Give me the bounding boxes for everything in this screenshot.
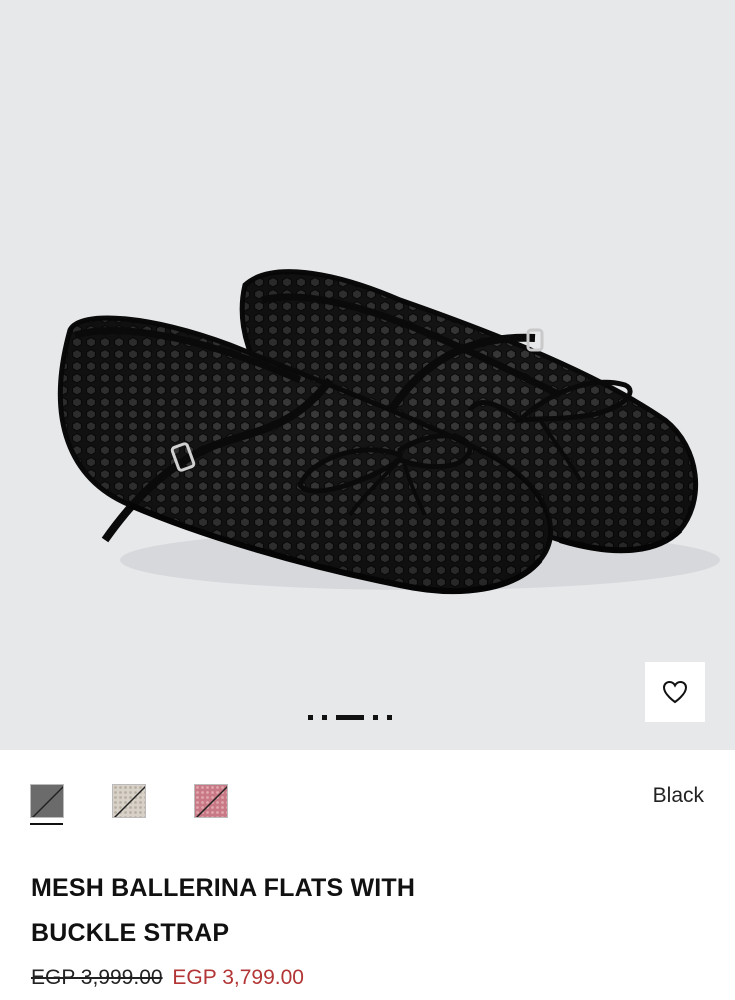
sale-price: EGP 3,799.00 [172, 966, 304, 989]
product-title-line2: BUCKLE STRAP [31, 919, 230, 947]
pagination-dot-active[interactable] [336, 714, 364, 720]
product-title-line1: MESH BALLERINA FLATS WITH [31, 874, 416, 902]
product-title: MESH BALLERINA FLATS WITH BUCKLE STRAP [31, 866, 531, 956]
swatch-black-icon [31, 785, 63, 817]
selected-color-label: Black [652, 784, 704, 807]
heart-outline-icon [662, 680, 688, 704]
carousel-pagination[interactable] [308, 714, 392, 720]
product-image [0, 0, 735, 750]
original-price: EGP 3,999.00 [31, 966, 163, 989]
pagination-dot[interactable] [308, 714, 313, 720]
selected-swatch-indicator [30, 823, 63, 825]
wishlist-button[interactable] [645, 662, 705, 722]
product-image-gallery[interactable] [0, 0, 735, 750]
swatch-beige-icon [113, 785, 145, 817]
swatch-pink-icon [195, 785, 227, 817]
pagination-dot[interactable] [373, 714, 378, 720]
color-swatch-pink[interactable] [194, 784, 228, 818]
color-swatch-black[interactable] [30, 784, 64, 818]
pagination-dot[interactable] [387, 714, 392, 720]
color-swatch-beige[interactable] [112, 784, 146, 818]
pagination-dot[interactable] [322, 714, 327, 720]
color-selector: Black [0, 750, 735, 850]
price-row: EGP 3,999.00 EGP 3,799.00 [31, 966, 304, 990]
